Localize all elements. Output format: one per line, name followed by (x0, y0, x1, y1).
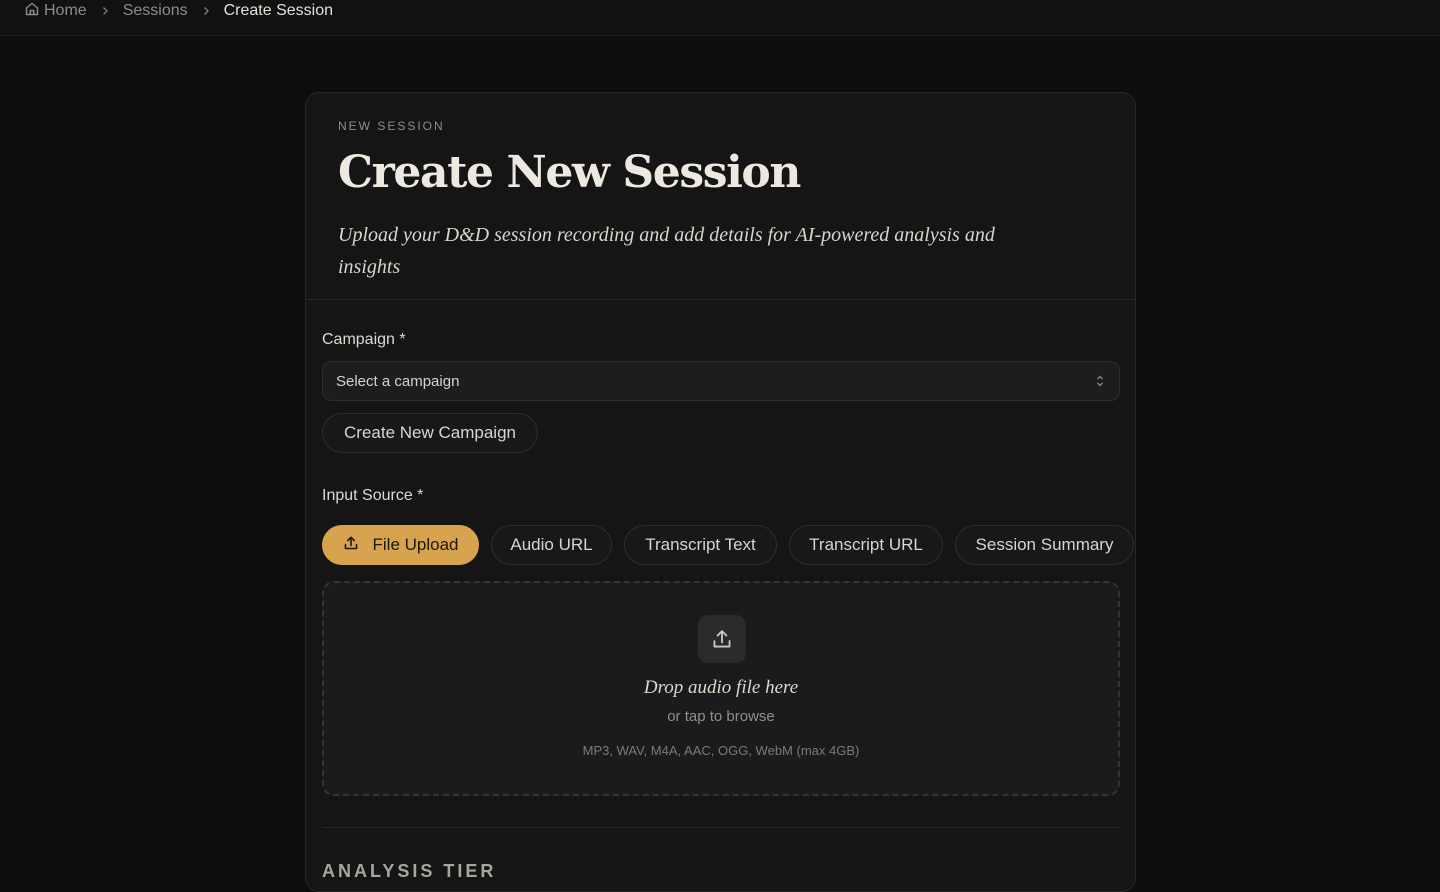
tab-transcript-text[interactable]: Transcript Text (624, 525, 777, 565)
breadcrumb-home[interactable]: Home (24, 1, 87, 22)
top-bar: Home Sessions Create Session (0, 0, 1440, 36)
upload-icon (343, 535, 373, 556)
campaign-select[interactable]: Select a campaign (322, 361, 1120, 401)
home-icon (24, 1, 44, 22)
input-source-tabs: File Upload Audio URL Transcript Text Tr… (322, 525, 1134, 565)
page-title: Create New Session (338, 147, 801, 198)
tab-session-summary[interactable]: Session Summary (955, 525, 1134, 565)
chevron-right-icon (201, 6, 211, 16)
create-session-card: NEW SESSION Create New Session Upload yo… (305, 92, 1136, 892)
breadcrumb-sessions[interactable]: Sessions (123, 2, 188, 20)
dropzone-title: Drop audio file here (643, 677, 799, 698)
tab-file-upload-label: File Upload (372, 535, 459, 554)
page-subtitle: Upload your D&D session recording and ad… (338, 224, 995, 278)
dropzone-formats: MP3, WAV, M4A, AAC, OGG, WebM (max 4GB) (582, 743, 860, 758)
chevron-right-icon (100, 6, 110, 16)
analysis-tier-heading: ANALYSIS TIER (322, 861, 497, 881)
create-campaign-button[interactable]: Create New Campaign (322, 413, 538, 453)
campaign-label: Campaign * (322, 331, 406, 348)
section-divider (322, 827, 1120, 828)
campaign-select-value: Select a campaign (336, 372, 460, 390)
tab-file-upload[interactable]: File Upload (322, 525, 479, 565)
tab-transcript-url[interactable]: Transcript URL (789, 525, 943, 565)
upload-icon (698, 615, 746, 663)
chevron-up-down-icon (1095, 374, 1105, 392)
breadcrumb-home-label: Home (44, 2, 87, 19)
dropzone-subtitle: or tap to browse (667, 708, 775, 725)
eyebrow-label: NEW SESSION (338, 119, 445, 133)
input-source-label: Input Source * (322, 487, 424, 504)
audio-dropzone[interactable]: Drop audio file here or tap to browse MP… (322, 581, 1120, 796)
card-header: NEW SESSION Create New Session Upload yo… (306, 93, 1135, 300)
breadcrumb: Home Sessions Create Session (24, 0, 333, 22)
breadcrumb-current: Create Session (223, 2, 333, 19)
tab-audio-url[interactable]: Audio URL (491, 525, 612, 565)
